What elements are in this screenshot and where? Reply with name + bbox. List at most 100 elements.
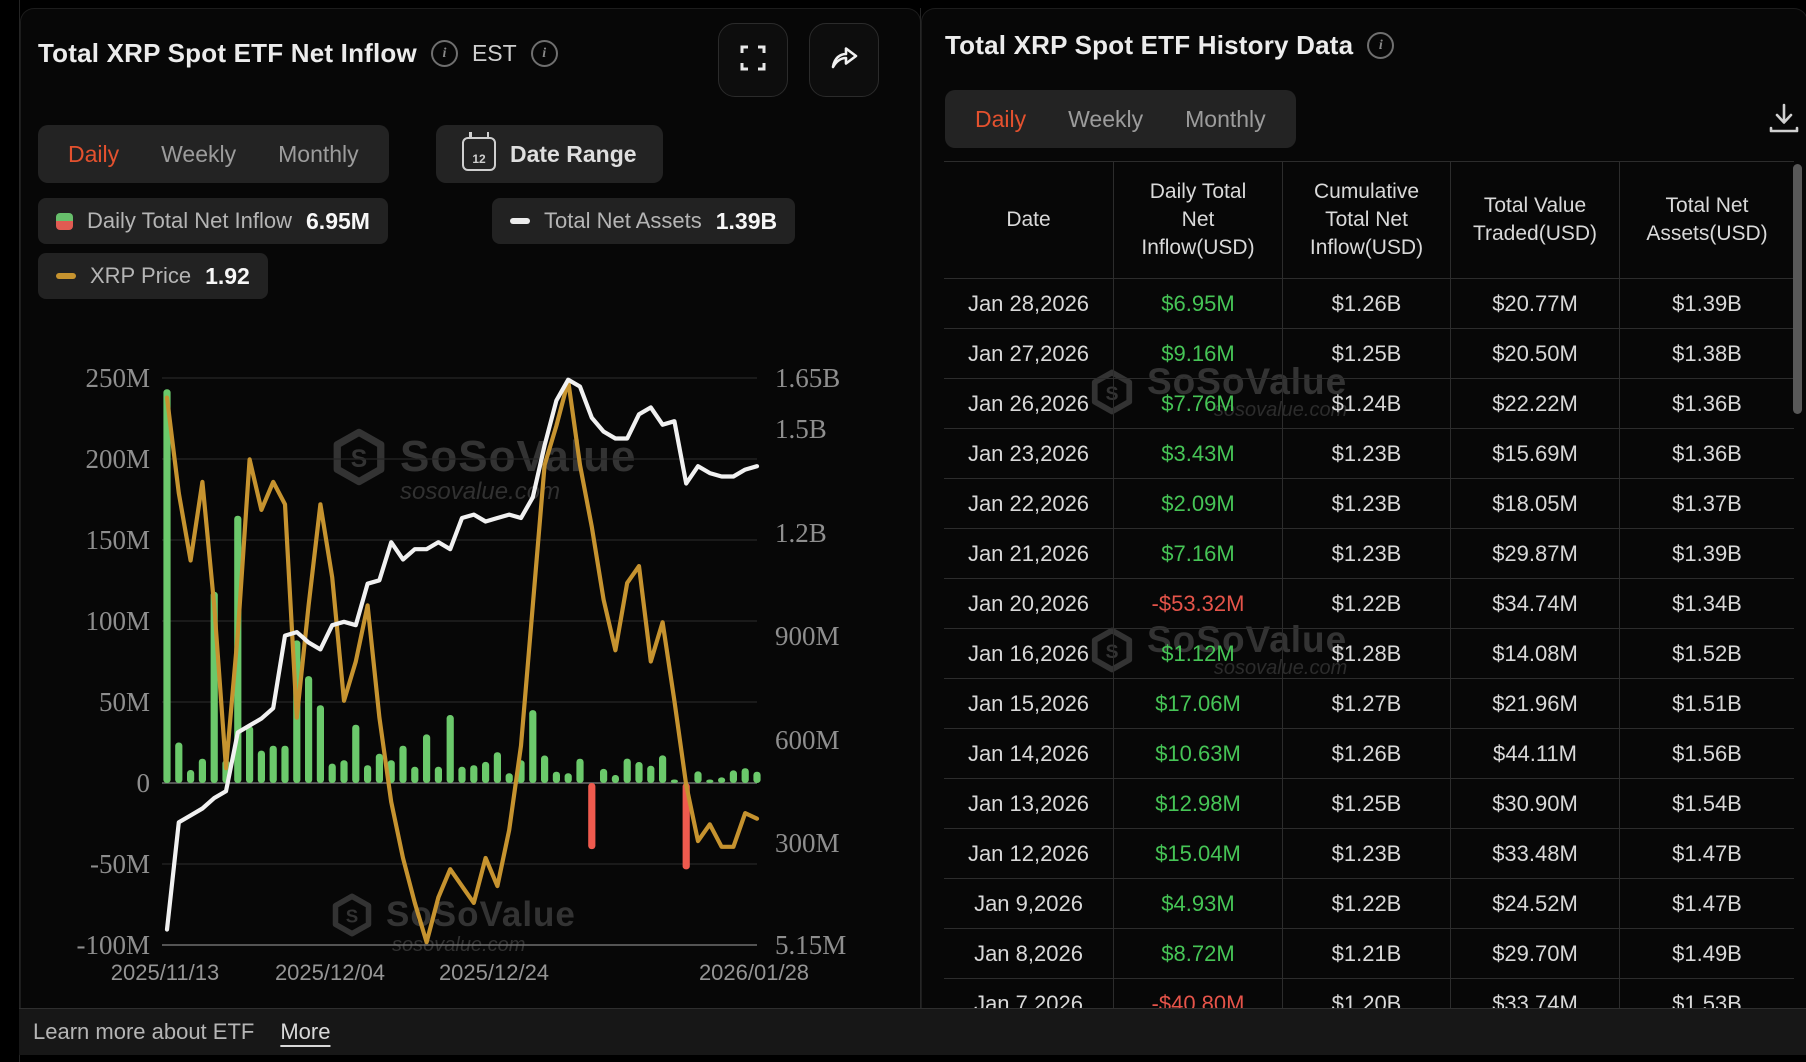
table-cell: $15.69M bbox=[1451, 429, 1620, 479]
net-inflow-bar bbox=[411, 766, 419, 783]
legend-label: Total Net Assets bbox=[544, 208, 702, 233]
table-cell: $1.39B bbox=[1620, 529, 1794, 579]
timezone-label: EST bbox=[471, 40, 517, 66]
tab-weekly[interactable]: Weekly bbox=[161, 141, 236, 168]
legend-value: 1.92 bbox=[205, 262, 250, 289]
right-axis-tick: 1.5B bbox=[775, 414, 827, 444]
table-row[interactable]: Jan 16,2026 $1.12M $1.28B $14.08M $1.52B bbox=[944, 629, 1794, 679]
fullscreen-button[interactable] bbox=[718, 23, 788, 97]
calendar-icon: 12 bbox=[462, 132, 496, 171]
right-axis-tick: 1.2B bbox=[775, 518, 827, 548]
right-axis-tick: 5.15M bbox=[775, 930, 846, 960]
table-row[interactable]: Jan 20,2026 -$53.32M $1.22B $34.74M $1.34B bbox=[944, 579, 1794, 629]
tab-daily[interactable]: Daily bbox=[68, 141, 119, 168]
table-row[interactable]: Jan 8,2026 $8.72M $1.21B $29.70M $1.49B bbox=[944, 929, 1794, 979]
right-axis-tick: 300M bbox=[775, 828, 840, 858]
table-row[interactable]: Jan 23,2026 $3.43M $1.23B $15.69M $1.36B bbox=[944, 429, 1794, 479]
tab-monthly[interactable]: Monthly bbox=[1185, 106, 1266, 133]
net-inflow-bar bbox=[588, 783, 596, 850]
table-cell: Jan 21,2026 bbox=[944, 529, 1114, 579]
table-cell: $1.38B bbox=[1620, 329, 1794, 379]
fullscreen-icon bbox=[738, 43, 768, 78]
table-cell: $1.22B bbox=[1283, 879, 1451, 929]
chart-info-icon[interactable]: i bbox=[430, 40, 458, 67]
table-cell: $1.47B bbox=[1620, 879, 1794, 929]
table-cell: $1.27B bbox=[1283, 679, 1451, 729]
table-cell: $34.74M bbox=[1451, 579, 1620, 629]
net-inflow-bar bbox=[670, 779, 678, 783]
table-cell: $1.25B bbox=[1283, 329, 1451, 379]
net-inflow-bar bbox=[364, 765, 372, 783]
share-button[interactable] bbox=[809, 23, 879, 97]
table-row[interactable]: Jan 12,2026 $15.04M $1.23B $33.48M $1.47B bbox=[944, 829, 1794, 879]
legend-net-assets[interactable]: Total Net Assets 1.39B bbox=[492, 198, 796, 244]
legend-xrp-price[interactable]: XRP Price 1.92 bbox=[38, 253, 268, 299]
table-cell: $24.52M bbox=[1451, 879, 1620, 929]
table-scrollbar[interactable] bbox=[1793, 164, 1802, 414]
table-row[interactable]: Jan 14,2026 $10.63M $1.26B $44.11M $1.56B bbox=[944, 729, 1794, 779]
share-icon bbox=[828, 43, 860, 78]
table-row[interactable]: Jan 13,2026 $12.98M $1.25B $30.90M $1.54B bbox=[944, 779, 1794, 829]
table-cell: $22.22M bbox=[1451, 379, 1620, 429]
net-inflow-bar bbox=[446, 715, 454, 783]
table-cell: Jan 26,2026 bbox=[944, 379, 1114, 429]
net-inflow-bar bbox=[529, 710, 537, 783]
net-inflow-bar bbox=[706, 779, 714, 783]
table-row[interactable]: Jan 22,2026 $2.09M $1.23B $18.05M $1.37B bbox=[944, 479, 1794, 529]
net-inflow-bar bbox=[269, 745, 277, 783]
net-inflow-chart[interactable]: 250M 200M 150M 100M 50M 0 -50M -100M 1.65B 1.5B 1.… bbox=[20, 300, 900, 1008]
tab-daily[interactable]: Daily bbox=[975, 106, 1026, 133]
table-row[interactable]: Jan 28,2026 $6.95M $1.26B $20.77M $1.39B bbox=[944, 279, 1794, 329]
table-cell: $1.25B bbox=[1283, 779, 1451, 829]
legend-net-inflow[interactable]: Daily Total Net Inflow 6.95M bbox=[38, 198, 388, 244]
table-cell: $1.24B bbox=[1283, 379, 1451, 429]
table-cell: $1.26B bbox=[1283, 279, 1451, 329]
net-inflow-bar bbox=[187, 770, 195, 783]
table-row[interactable]: Jan 15,2026 $17.06M $1.27B $21.96M $1.51B bbox=[944, 679, 1794, 729]
table-row[interactable]: Jan 27,2026 $9.16M $1.25B $20.50M $1.38B bbox=[944, 329, 1794, 379]
net-inflow-bar bbox=[576, 758, 584, 783]
tab-weekly[interactable]: Weekly bbox=[1068, 106, 1143, 133]
table-cell: $20.77M bbox=[1451, 279, 1620, 329]
table-cell: $1.26B bbox=[1283, 729, 1451, 779]
table-cell: $1.56B bbox=[1620, 729, 1794, 779]
timezone-info-icon[interactable]: i bbox=[530, 40, 558, 67]
table-cell: $1.37B bbox=[1620, 479, 1794, 529]
table-body: Jan 28,2026 $6.95M $1.26B $20.77M $1.39B Jan … bbox=[944, 279, 1794, 1028]
net-inflow-bar bbox=[175, 742, 183, 783]
net-inflow-bar bbox=[564, 773, 572, 783]
table-cell: $15.04M bbox=[1114, 829, 1283, 879]
net-inflow-bar bbox=[352, 724, 360, 783]
net-inflow-bar bbox=[729, 770, 737, 783]
legend-value: 6.95M bbox=[306, 207, 370, 234]
table-cell: $10.63M bbox=[1114, 729, 1283, 779]
table-cell: $21.96M bbox=[1451, 679, 1620, 729]
net-inflow-bar bbox=[659, 755, 667, 783]
left-axis-tick: 100M bbox=[85, 606, 150, 636]
table-cell: $7.76M bbox=[1114, 379, 1283, 429]
history-table[interactable]: S SoSoValue sosovalue.com S SoSoValue soso… bbox=[944, 161, 1794, 1028]
table-row[interactable]: Jan 21,2026 $7.16M $1.23B $29.87M $1.39B bbox=[944, 529, 1794, 579]
xrp-price-line bbox=[164, 378, 760, 945]
table-cell: $4.93M bbox=[1114, 879, 1283, 929]
table-cell: $1.36B bbox=[1620, 429, 1794, 479]
date-range-button[interactable]: 12 Date Range bbox=[436, 125, 663, 183]
table-header-cell: Date bbox=[944, 161, 1114, 279]
net-inflow-bar bbox=[340, 760, 348, 783]
left-axis-tick: 0 bbox=[137, 768, 151, 798]
footer-more-link[interactable]: More bbox=[280, 1019, 330, 1045]
net-inflow-bar bbox=[423, 734, 431, 783]
table-row[interactable]: Jan 9,2026 $4.93M $1.22B $24.52M $1.47B bbox=[944, 879, 1794, 929]
table-cell: $12.98M bbox=[1114, 779, 1283, 829]
table-header-cell: Cumulative Total Net Inflow(USD) bbox=[1283, 161, 1451, 279]
net-inflow-bar bbox=[635, 762, 643, 783]
table-cell: Jan 23,2026 bbox=[944, 429, 1114, 479]
table-cell: $6.95M bbox=[1114, 279, 1283, 329]
tab-monthly[interactable]: Monthly bbox=[278, 141, 359, 168]
table-cell: $30.90M bbox=[1451, 779, 1620, 829]
download-button[interactable] bbox=[1764, 100, 1804, 142]
net-inflow-bar bbox=[623, 758, 631, 783]
x-axis-tick: 2025/11/13 bbox=[111, 960, 219, 985]
table-info-icon[interactable]: i bbox=[1367, 32, 1395, 59]
table-row[interactable]: Jan 26,2026 $7.76M $1.24B $22.22M $1.36B bbox=[944, 379, 1794, 429]
